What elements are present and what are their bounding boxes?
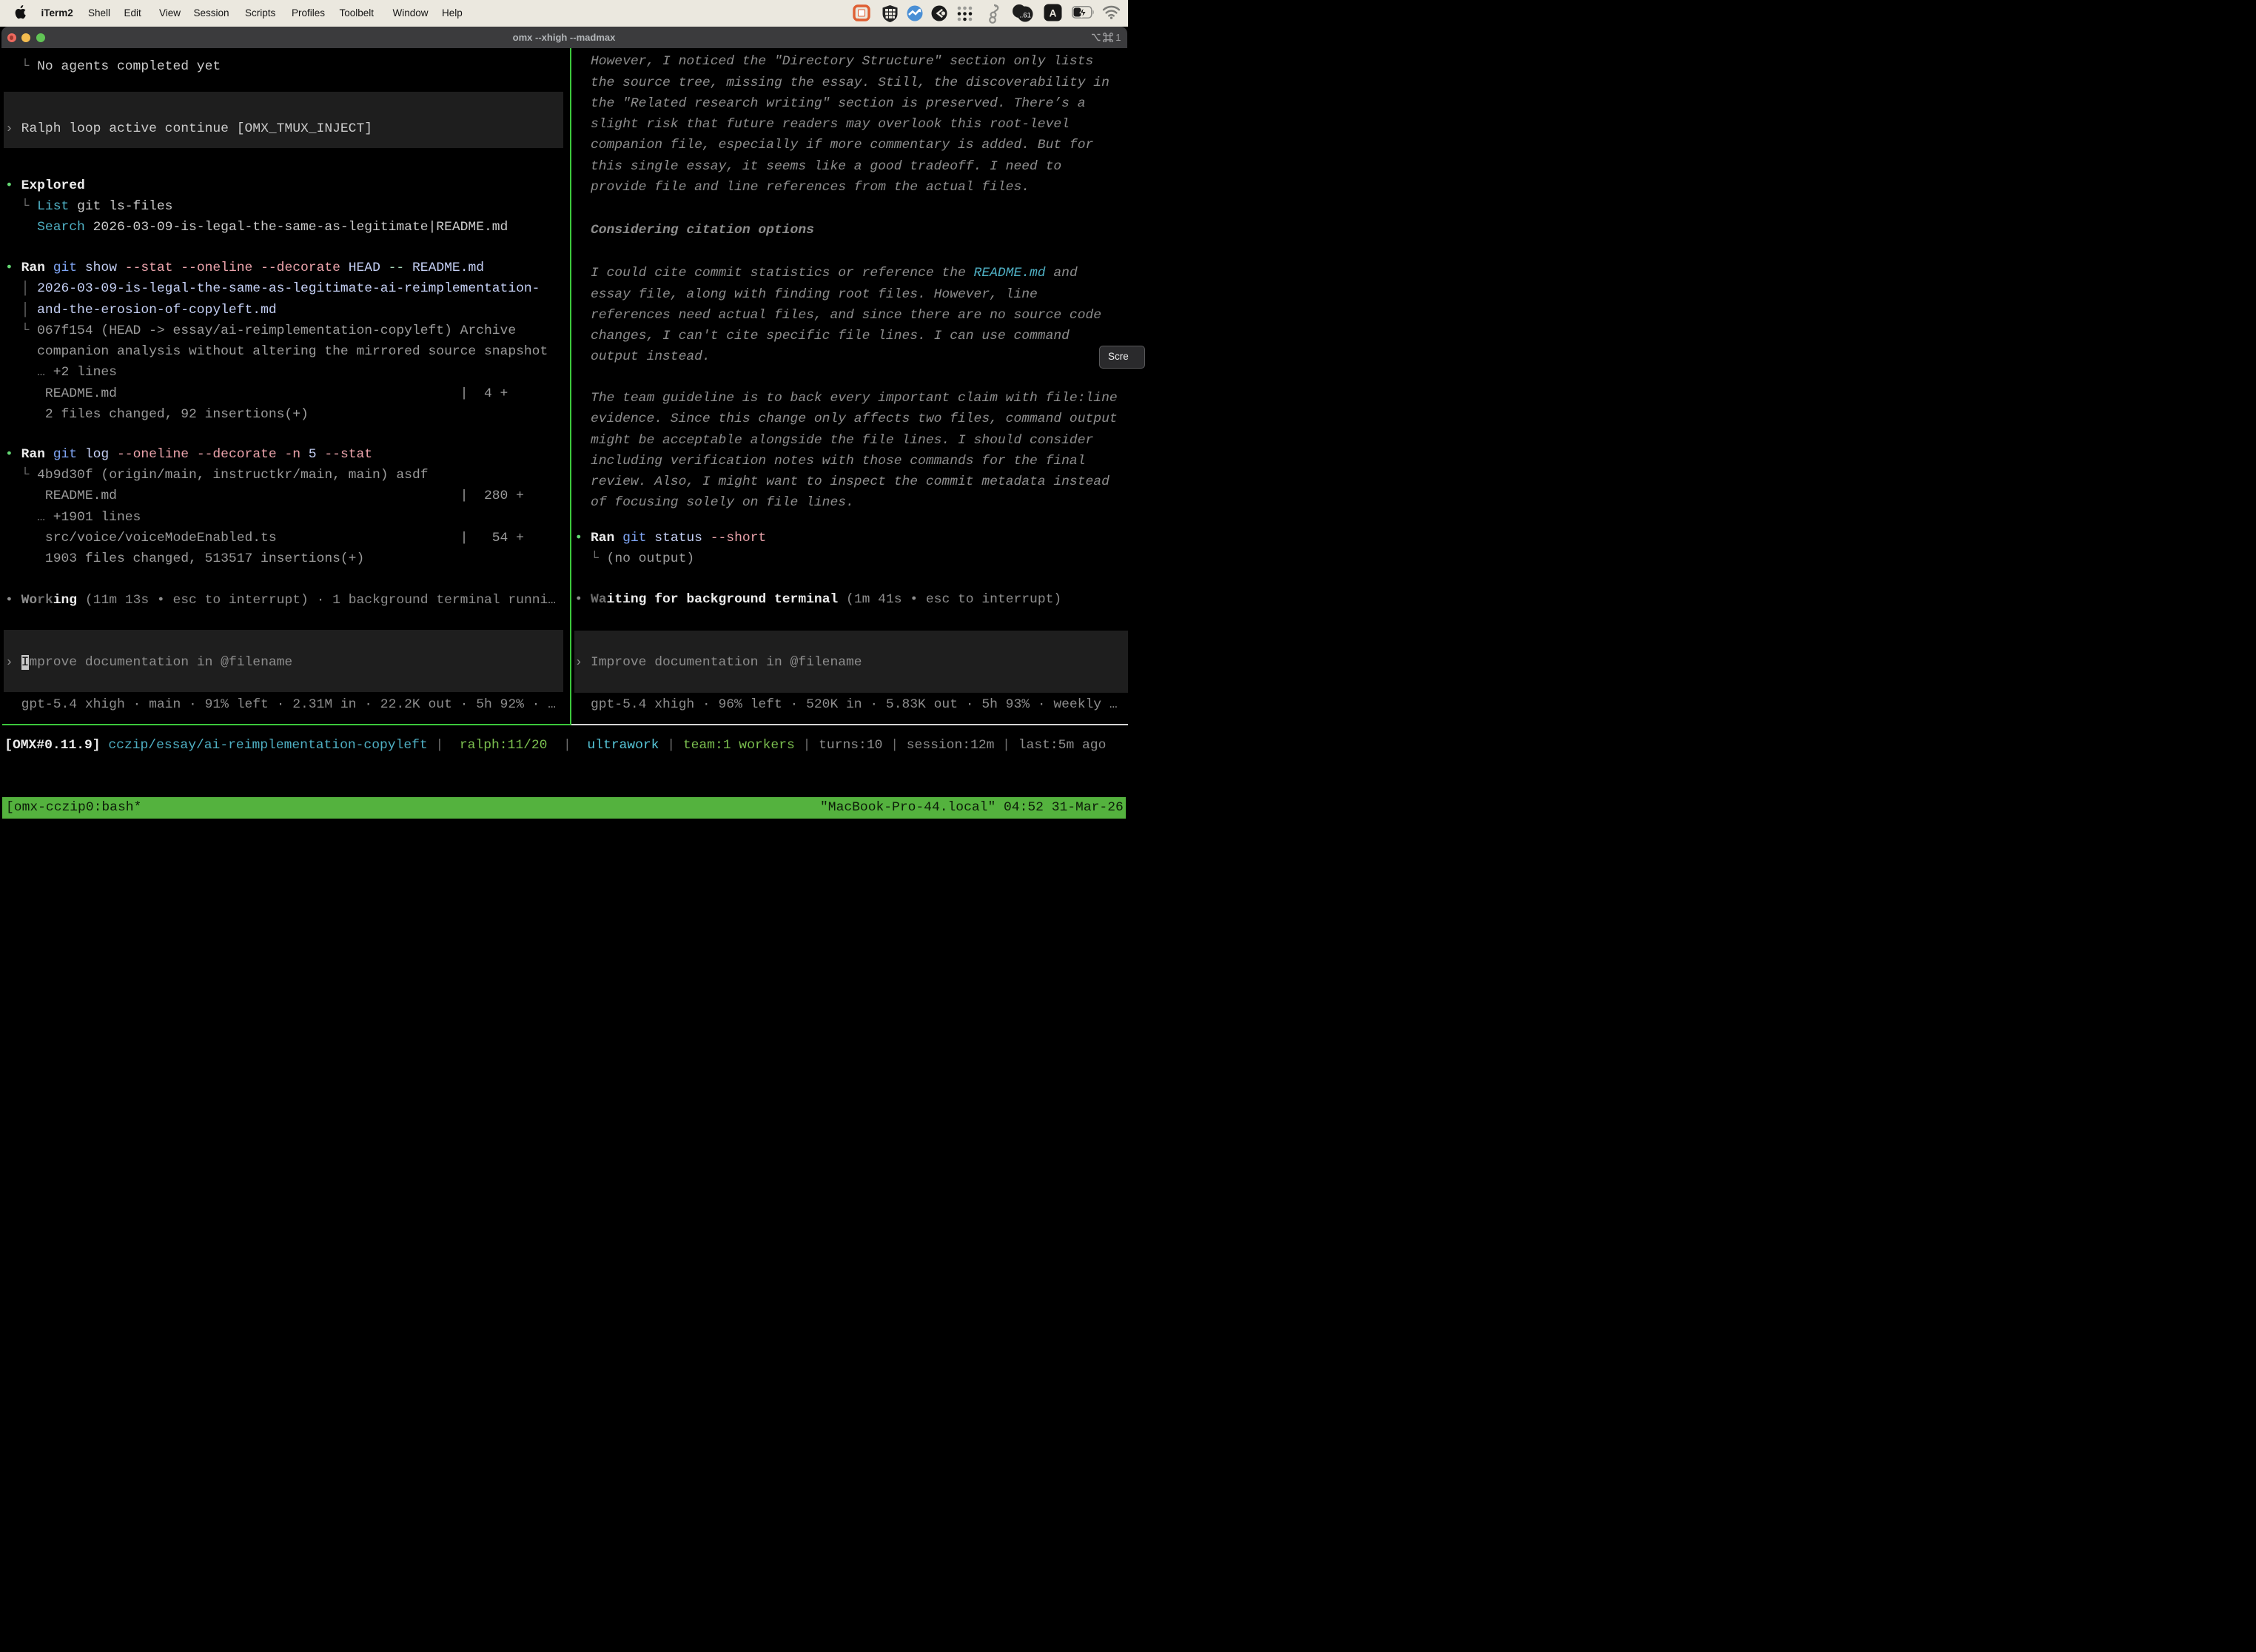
- svg-text:..61: ..61: [1019, 12, 1031, 20]
- svg-text:A: A: [1050, 8, 1057, 19]
